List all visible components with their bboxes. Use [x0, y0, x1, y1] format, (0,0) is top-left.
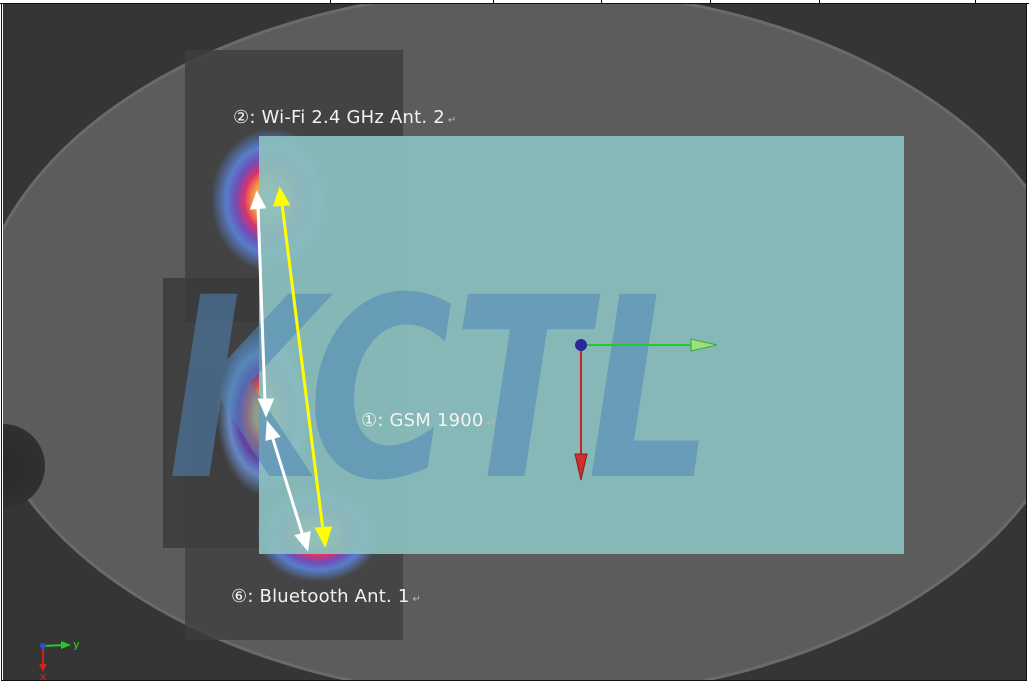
- axis-x-label: x: [40, 670, 47, 680]
- label-bluetooth: ⑥: Bluetooth Ant. 1 ↵: [231, 586, 422, 607]
- watermark-text: KCTL: [168, 244, 713, 535]
- mini-axis-triad-icon: y x: [39, 638, 80, 680]
- axis-y-label: y: [73, 638, 80, 651]
- origin-sphere-icon: [575, 339, 587, 351]
- label-wifi: ②: Wi-Fi 2.4 GHz Ant. 2 ↵: [233, 107, 457, 128]
- label-gsm: ①: GSM 1900 ↵: [361, 410, 496, 431]
- scene-canvas: KCTL y x: [3, 4, 1027, 680]
- sar-3d-viewport[interactable]: KCTL y x ②: Wi-Fi 2.4 GHz Ant. 2 ↵ ①: GS…: [3, 4, 1027, 680]
